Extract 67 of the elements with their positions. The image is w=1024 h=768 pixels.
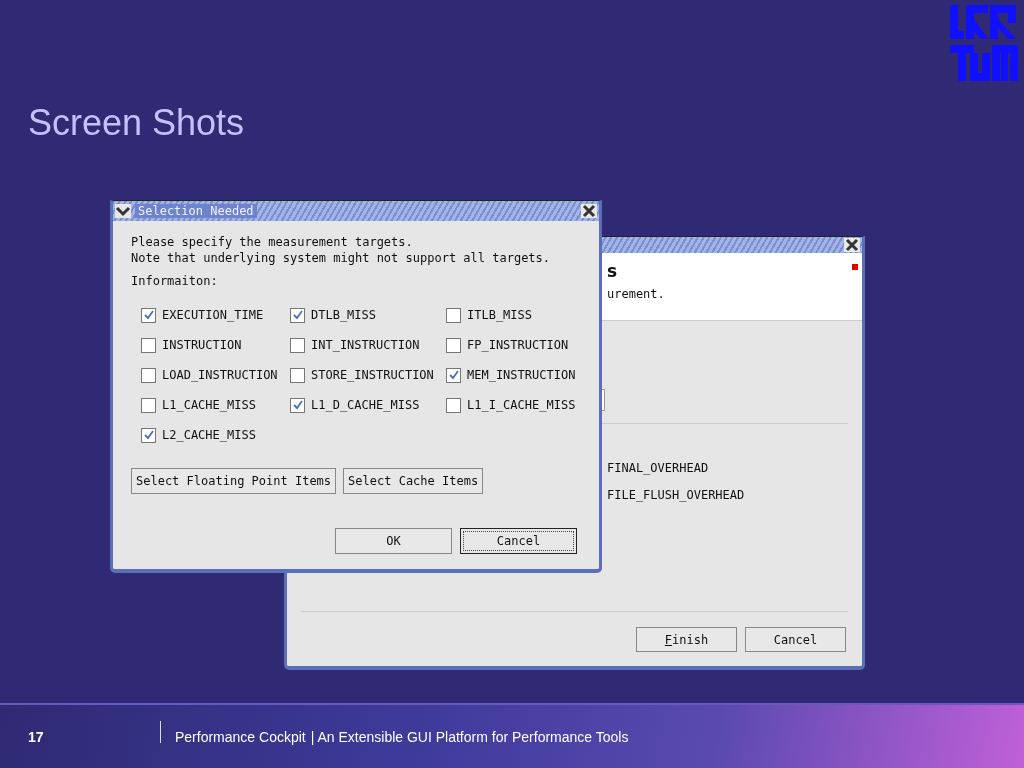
- checkbox-label: LOAD_INSTRUCTION: [162, 368, 278, 382]
- checkbox[interactable]: [446, 307, 461, 323]
- checkbox-label: EXECUTION_TIME: [162, 308, 264, 322]
- checkbox[interactable]: [141, 427, 156, 443]
- select-button[interactable]: Select Cache Items: [343, 468, 484, 494]
- check-icon: [143, 430, 154, 440]
- item-label: FINAL_OVERHEAD: [607, 460, 710, 476]
- chevron-down-icon[interactable]: [115, 204, 131, 218]
- target-checkbox[interactable]: STORE_INSTRUCTION: [290, 360, 446, 390]
- target-checkbox[interactable]: ITLB_MISS: [446, 300, 577, 330]
- checkbox-label: DTLB_MISS: [311, 308, 377, 322]
- dialog-title: Selection Needed: [135, 204, 257, 218]
- checkbox[interactable]: [290, 367, 305, 383]
- target-checkbox[interactable]: INSTRUCTION: [141, 330, 290, 360]
- checkbox[interactable]: [141, 397, 156, 413]
- target-checkbox[interactable]: LOAD_INSTRUCTION: [141, 360, 290, 390]
- checkbox-label: L1_D_CACHE_MISS: [311, 398, 420, 412]
- instruction-text: Note that underlying system might not support all targets.: [131, 250, 552, 266]
- wizard-button[interactable]: Cancel: [745, 627, 846, 652]
- logo-icon: [950, 5, 1018, 81]
- page-description: urement.: [607, 287, 666, 301]
- checkbox[interactable]: [446, 367, 461, 383]
- check-icon: [143, 310, 154, 320]
- checkbox[interactable]: [446, 397, 461, 413]
- checkbox[interactable]: [141, 367, 156, 383]
- check-icon: [292, 400, 303, 410]
- target-checkbox[interactable]: INT_INSTRUCTION: [290, 330, 446, 360]
- footer-subtitle: | An Extensible GUI Platform for Performance Tools: [310, 728, 629, 745]
- target-checkbox[interactable]: L1_I_CACHE_MISS: [446, 390, 577, 420]
- target-checkbox[interactable]: L1_CACHE_MISS: [141, 390, 290, 420]
- close-icon[interactable]: [581, 204, 597, 218]
- target-checkbox[interactable]: EXECUTION_TIME: [141, 300, 290, 330]
- marker-icon: [852, 264, 858, 270]
- checkbox[interactable]: [290, 397, 305, 413]
- check-icon: [448, 370, 459, 380]
- checkbox-label: L2_CACHE_MISS: [162, 428, 256, 442]
- target-checkbox[interactable]: DTLB_MISS: [290, 300, 446, 330]
- checkbox[interactable]: [290, 307, 305, 323]
- dialog-button[interactable]: OK: [335, 528, 452, 554]
- check-icon: [292, 310, 303, 320]
- checkbox-label: STORE_INSTRUCTION: [311, 368, 434, 382]
- target-checkbox[interactable]: L2_CACHE_MISS: [141, 420, 290, 450]
- slide-number: 17: [28, 728, 45, 745]
- checkbox-label: L1_I_CACHE_MISS: [467, 398, 576, 412]
- select-button[interactable]: Select Floating Point Items: [131, 468, 337, 494]
- target-checkbox[interactable]: FP_INSTRUCTION: [446, 330, 577, 360]
- dialog-button[interactable]: Cancel: [460, 528, 577, 554]
- item-label: FILE_FLUSH_OVERHEAD: [607, 487, 746, 503]
- checkbox-label: MEM_INSTRUCTION: [467, 368, 576, 382]
- checkbox[interactable]: [290, 337, 305, 353]
- checkbox-label: ITLB_MISS: [467, 308, 533, 322]
- target-checkbox[interactable]: MEM_INSTRUCTION: [446, 360, 577, 390]
- checkbox-label: L1_CACHE_MISS: [162, 398, 256, 412]
- checkbox-label: INT_INSTRUCTION: [311, 338, 420, 352]
- target-checkbox[interactable]: L1_D_CACHE_MISS: [290, 390, 446, 420]
- wizard-button[interactable]: Finish: [636, 627, 737, 652]
- checkbox[interactable]: [446, 337, 461, 353]
- checkbox[interactable]: [141, 337, 156, 353]
- checkbox[interactable]: [141, 307, 156, 323]
- close-icon[interactable]: [844, 238, 860, 252]
- page-heading: s: [607, 261, 618, 281]
- checkbox-label: INSTRUCTION: [162, 338, 242, 352]
- checkbox-label: FP_INSTRUCTION: [467, 338, 569, 352]
- instruction-text: Please specify the measurement targets.: [131, 234, 414, 250]
- slide-title: Screen Shots: [28, 102, 245, 144]
- group-label: Informaiton:: [131, 273, 219, 289]
- footer-title: Performance Cockpit: [175, 728, 306, 745]
